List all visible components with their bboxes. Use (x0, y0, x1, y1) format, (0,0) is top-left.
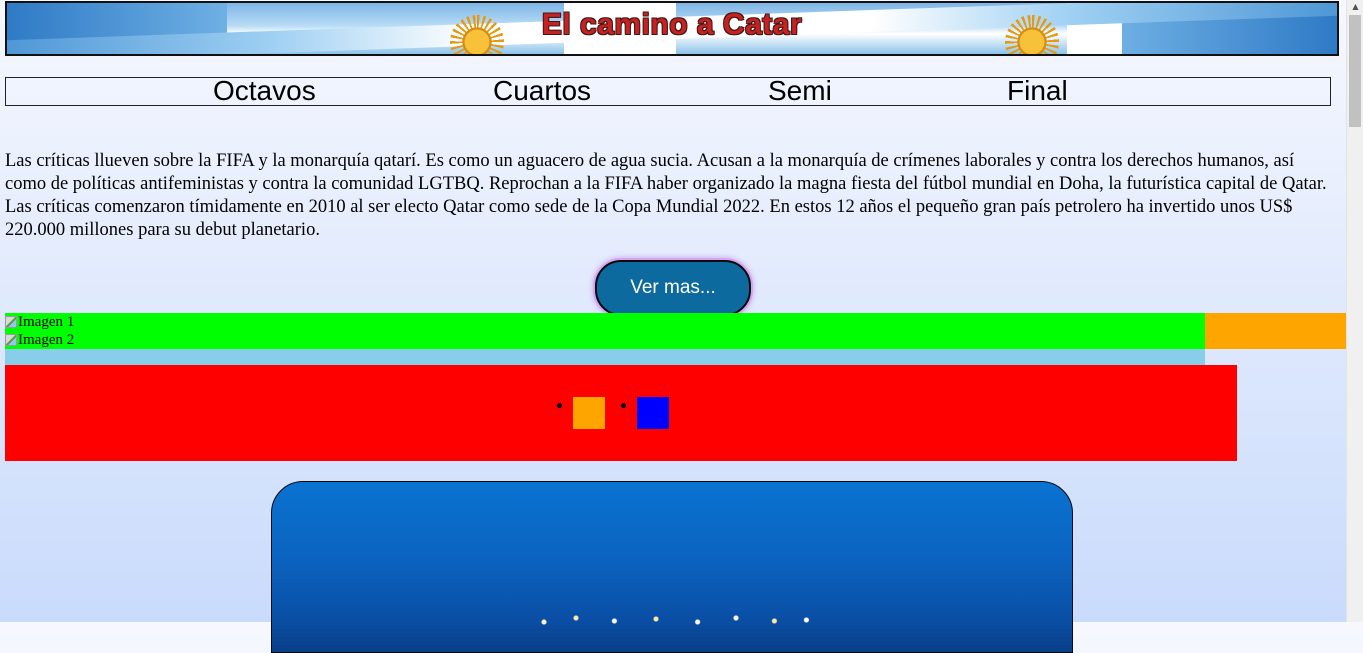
scroll-up-arrow-icon[interactable]: ▲ (1347, 0, 1363, 14)
image-alt-text: Imagen 1 (18, 314, 75, 330)
slide-image-1: Imagen 1 (5, 313, 74, 331)
nav-link-semi[interactable]: Semi (768, 75, 832, 107)
nav-link-cuartos[interactable]: Cuartos (493, 75, 591, 107)
bullet-dot (621, 403, 626, 408)
broken-image-icon (5, 334, 17, 346)
bullet-dot (557, 403, 562, 408)
ver-mas-button[interactable]: Ver mas... (595, 260, 751, 316)
slide-image-2: Imagen 2 (5, 331, 74, 349)
article-paragraph: Las críticas llueven sobre la FIFA y la … (5, 151, 1327, 240)
city-lights (512, 610, 832, 630)
page-title: El camino a Catar (541, 8, 803, 41)
slider-overflow-block (1205, 313, 1346, 349)
scrollbar-thumb[interactable] (1349, 15, 1361, 127)
slide-selector-blue[interactable] (637, 397, 669, 429)
doha-night-photo (271, 481, 1073, 653)
slide-selector-orange[interactable] (573, 397, 605, 429)
vertical-scrollbar[interactable]: ▲ (1346, 0, 1363, 622)
slider-track (5, 313, 1205, 349)
image-alt-text: Imagen 2 (18, 332, 75, 348)
main-nav: Octavos Cuartos Semi Final (5, 75, 1331, 107)
slider-controls-panel (5, 365, 1237, 461)
slider-base (5, 349, 1205, 365)
header-banner: El camino a Catar (5, 1, 1339, 56)
nav-link-final[interactable]: Final (1007, 75, 1068, 107)
nav-link-octavos[interactable]: Octavos (213, 75, 316, 107)
broken-image-icon (5, 316, 17, 328)
